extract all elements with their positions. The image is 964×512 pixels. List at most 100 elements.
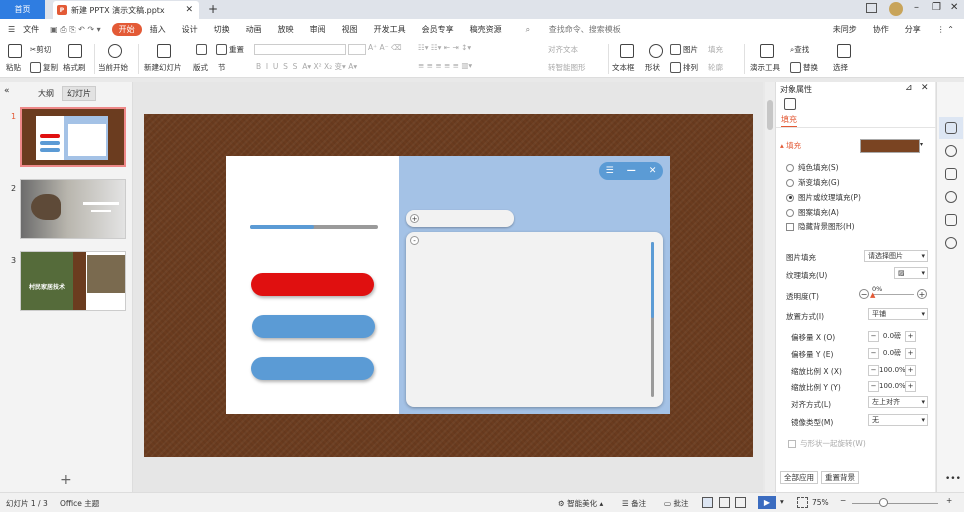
collab-button[interactable]: 协作 — [865, 24, 897, 35]
plus-icon[interactable]: + — [917, 289, 927, 299]
pin-icon[interactable]: ⊿ — [905, 83, 913, 93]
zoom-in-icon[interactable]: + — [946, 496, 952, 505]
fill-color-preview[interactable] — [860, 139, 920, 153]
zoom-out-icon[interactable]: − — [840, 496, 846, 505]
fill-bucket-icon[interactable] — [784, 98, 796, 110]
sync-status[interactable]: 未同步 — [825, 24, 865, 35]
scrollbar-thumb[interactable] — [651, 242, 654, 318]
offset-y-value[interactable]: 0.0磅 — [879, 348, 905, 358]
minimize-icon[interactable]: — — [627, 166, 636, 176]
scale-y-spinner[interactable]: −100.0% + — [868, 380, 916, 392]
select-button[interactable]: 选择 — [833, 62, 848, 73]
menu-resources[interactable]: 稿壳资源 — [462, 24, 510, 35]
slide-thumbnail-1[interactable] — [20, 107, 126, 167]
play-icon[interactable] — [108, 44, 122, 58]
radio-pattern[interactable] — [786, 208, 794, 217]
menu-design[interactable]: 设计 — [174, 24, 206, 35]
minus-icon[interactable]: - — [410, 236, 419, 245]
collapsed-bar-shape[interactable]: + — [406, 210, 514, 227]
menu-file[interactable]: 文件 — [23, 24, 47, 35]
plus-icon[interactable]: + — [905, 364, 916, 376]
font-size-select[interactable] — [348, 44, 366, 55]
scale-x-spinner[interactable]: −100.0% + — [868, 364, 916, 376]
paste-button[interactable]: 粘贴 — [6, 62, 21, 73]
checkbox-rotate[interactable] — [788, 439, 796, 448]
pic-fill-select[interactable]: 请选择图片 ▾ — [864, 250, 928, 262]
menu-start[interactable]: 开始 — [111, 23, 142, 36]
close-tab-icon[interactable]: ✕ — [185, 5, 193, 15]
tab-slides[interactable]: 幻灯片 — [62, 86, 96, 101]
section-button[interactable]: 节 — [218, 62, 226, 73]
panel-close-icon[interactable]: ✕ — [921, 83, 929, 93]
minus-icon[interactable]: − — [868, 330, 879, 342]
radio-gradient[interactable] — [786, 178, 794, 187]
align-buttons[interactable]: ≡ ≡ ≡ ≡ ≡ ▥▾ — [418, 61, 472, 70]
minus-icon[interactable]: − — [859, 289, 869, 299]
format-painter-icon[interactable] — [68, 44, 82, 58]
tab-home[interactable]: 首页 — [0, 0, 45, 19]
edit-tool-icon[interactable] — [945, 214, 957, 226]
plus-icon[interactable]: + — [905, 330, 916, 342]
menu-animation[interactable]: 动画 — [238, 24, 270, 35]
properties-icon[interactable] — [945, 122, 957, 134]
plus-icon[interactable]: + — [905, 347, 916, 359]
notes-button[interactable]: ☰ 备注 — [622, 498, 646, 509]
from-current-button[interactable]: 当前开始 — [98, 62, 128, 73]
zoom-level[interactable]: 75% — [812, 498, 829, 507]
cut-button[interactable]: ✂ 剪切 — [30, 44, 51, 55]
zoom-slider[interactable] — [852, 503, 938, 504]
quick-access-icons[interactable]: ▣ ⎙ ⎘ ↶ ↷ ▾ — [47, 25, 104, 35]
new-tab-button[interactable]: + — [208, 2, 218, 16]
fill-section-header[interactable]: ▴ 填充 — [780, 140, 801, 151]
close-window-icon[interactable]: ✕ — [950, 2, 958, 13]
add-slide-button[interactable]: + — [60, 472, 72, 488]
window-controls-shape[interactable]: ☰ — ✕ — [599, 162, 663, 180]
chevron-down-icon[interactable]: ▾ — [920, 141, 923, 148]
format-painter-button[interactable]: 格式刷 — [63, 62, 86, 73]
panel-title[interactable]: 对象属性 — [780, 84, 812, 95]
offset-x-value[interactable]: 0.0磅 — [879, 331, 905, 341]
font-size-buttons[interactable]: A⁺ A⁻ ⌫ — [368, 43, 402, 52]
menu-insert[interactable]: 插入 — [142, 24, 174, 35]
plus-icon[interactable]: + — [905, 380, 916, 392]
layout-button[interactable]: 版式 — [193, 62, 208, 73]
scale-y-value[interactable]: 100.0% — [879, 382, 906, 390]
hide-bg-option[interactable]: 隐藏背景图形(H) — [786, 221, 855, 232]
present-tool-icon[interactable] — [760, 44, 774, 58]
text-format-buttons[interactable]: B I U S S A▾ X² X₂ 变▾ A▾ — [256, 61, 357, 72]
arrange-button[interactable]: 排列 — [670, 62, 698, 73]
shape-icon[interactable] — [649, 44, 663, 58]
normal-view-icon[interactable] — [702, 497, 713, 508]
place-select[interactable]: 平铺 ▾ — [868, 308, 928, 320]
textbox-icon[interactable] — [620, 44, 634, 58]
find-button[interactable]: ⌕ 查找 — [790, 44, 809, 55]
menu-slideshow[interactable]: 放映 — [270, 24, 302, 35]
present-tool-button[interactable]: 演示工具 — [750, 62, 780, 73]
play-slideshow-button[interactable]: ▶ — [758, 496, 776, 509]
zoom-slider-handle[interactable] — [879, 498, 888, 507]
radio-solid[interactable] — [786, 163, 794, 172]
tab-document[interactable]: P 新建 PPTX 演示文稿.pptx ✕ — [53, 1, 199, 19]
help-icon[interactable] — [945, 191, 957, 203]
texture-select[interactable]: ▨ ▾ — [894, 267, 928, 279]
menu-review[interactable]: 审阅 — [302, 24, 334, 35]
share-button[interactable]: 分享 — [897, 24, 929, 35]
pattern-fill-option[interactable]: 图案填充(A) — [786, 207, 839, 218]
maximize-icon[interactable]: ❐ — [932, 2, 941, 13]
copy-tool-icon[interactable] — [945, 168, 957, 180]
transparency-slider[interactable] — [872, 294, 914, 295]
menu-developer[interactable]: 开发工具 — [366, 24, 414, 35]
select-icon[interactable] — [837, 44, 851, 58]
search-box[interactable]: ⌕ 查找命令、搜索模板 — [510, 24, 637, 35]
apply-all-button[interactable]: 全部应用 — [780, 471, 818, 484]
pin-tool-icon[interactable] — [945, 145, 957, 157]
picture-fill-option[interactable]: 图片或纹理填充(P) — [786, 192, 861, 203]
reading-view-icon[interactable] — [735, 497, 746, 508]
list-buttons[interactable]: ☷▾ ☷▾ ⇤ ⇥ ↕▾ — [418, 43, 471, 52]
align-select[interactable]: 左上对齐 ▾ — [868, 396, 928, 408]
menu-transition[interactable]: 切换 — [206, 24, 238, 35]
picture-button[interactable]: 图片 — [670, 44, 698, 55]
location-icon[interactable] — [945, 237, 957, 249]
offset-x-spinner[interactable]: −0.0磅 + — [868, 330, 916, 342]
avatar[interactable] — [889, 2, 903, 16]
